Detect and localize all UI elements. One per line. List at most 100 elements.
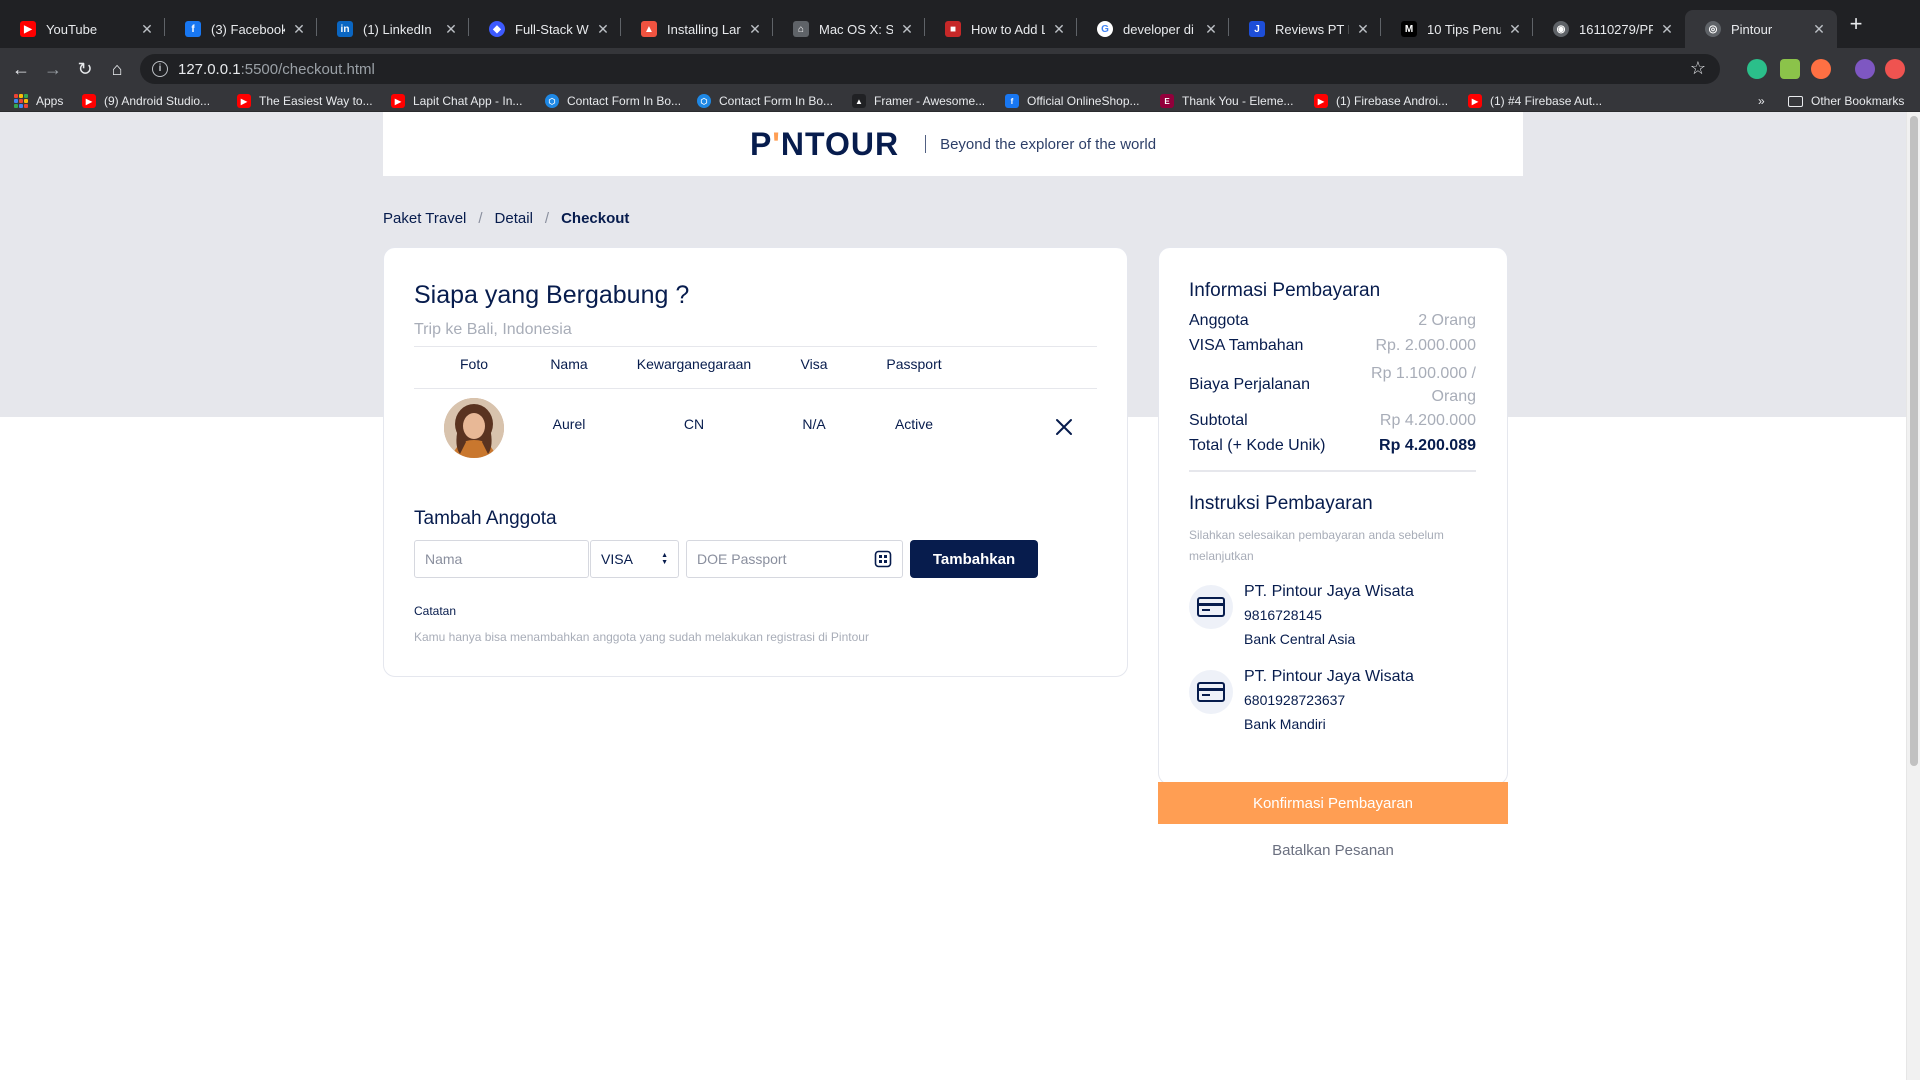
browser-tab[interactable]: G developer di pru ✕	[1077, 10, 1229, 48]
instructions-title: Instruksi Pembayaran	[1189, 493, 1373, 514]
bookmark-apps[interactable]: Apps	[14, 92, 63, 110]
breadcrumb-paket-travel[interactable]: Paket Travel	[383, 210, 466, 227]
payment-label: Subtotal	[1189, 412, 1248, 429]
payment-row: VISA Tambahan Rp. 2.000.000	[1189, 337, 1476, 355]
calendar-icon[interactable]	[874, 550, 892, 568]
bookmark-item[interactable]: ▶ (1) Firebase Androi...	[1314, 92, 1448, 110]
bookmark-item[interactable]: ▲ Framer - Awesome...	[852, 92, 985, 110]
extension-icon[interactable]	[1855, 59, 1875, 79]
brand-bar: P'NTOUR Beyond the explorer of the world	[383, 112, 1523, 176]
note-text: Kamu hanya bisa menambahkan anggota yang…	[414, 630, 869, 644]
bookmark-item[interactable]: ⬡ Contact Form In Bo...	[545, 92, 681, 110]
youtube-icon: ▶	[1314, 94, 1328, 108]
browser-tab[interactable]: ⌂ Mac OS X: Set ✕	[773, 10, 925, 48]
payment-label: Anggota	[1189, 312, 1249, 329]
breadcrumb-detail[interactable]: Detail	[495, 210, 533, 227]
browser-tab[interactable]: J Reviews PT Pru ✕	[1229, 10, 1381, 48]
member-name-input[interactable]	[414, 540, 589, 578]
browser-tab[interactable]: M 10 Tips Penulisa ✕	[1381, 10, 1533, 48]
forward-arrow-icon[interactable]: →	[40, 56, 66, 82]
tab-title: Pintour	[1731, 21, 1773, 37]
browser-tab[interactable]: ▶ YouTube ✕	[0, 10, 165, 48]
youtube-icon: ▶	[20, 21, 36, 37]
tab-title: YouTube	[46, 21, 98, 37]
reload-icon[interactable]: ↻	[72, 56, 98, 82]
framer-icon: ▲	[852, 94, 866, 108]
confirm-payment-button[interactable]: Konfirmasi Pembayaran	[1158, 782, 1508, 824]
scrollbar-thumb[interactable]	[1910, 116, 1918, 766]
bookmark-label: Contact Form In Bo...	[719, 94, 834, 108]
site-icon: ⌂	[793, 21, 809, 37]
browser-tab[interactable]: f (3) Facebook ✕	[165, 10, 317, 48]
close-icon[interactable]: ✕	[443, 21, 459, 38]
close-icon[interactable]: ✕	[1811, 21, 1827, 38]
passport-date-input[interactable]: DOE Passport	[686, 540, 903, 578]
column-header-nama: Nama	[550, 356, 588, 372]
bookmark-item[interactable]: ▶ Lapit Chat App - In...	[391, 92, 522, 110]
close-icon[interactable]: ✕	[291, 21, 307, 38]
more-bookmarks-chevron-icon[interactable]: »	[1758, 92, 1765, 110]
visa-select[interactable]: VISA ▲ ▼	[590, 540, 679, 578]
add-member-button[interactable]: Tambahkan	[910, 540, 1038, 578]
pintour-logo[interactable]: P'NTOUR	[750, 126, 899, 163]
instructions-text: Silahkan selesaikan pembayaran anda sebe…	[1189, 528, 1444, 563]
address-bar[interactable]: i 127.0.0.1 :5500/checkout.html ☆	[140, 54, 1720, 84]
close-icon[interactable]: ✕	[1203, 21, 1219, 38]
laravel-icon: ▲	[641, 21, 657, 37]
tab-title: Full-Stack Web	[515, 21, 589, 37]
google-icon: G	[1097, 21, 1113, 37]
site-info-icon[interactable]: i	[152, 61, 168, 77]
bookmark-item[interactable]: f Official OnlineShop...	[1005, 92, 1140, 110]
bookmark-item[interactable]: ▶ (9) Android Studio...	[82, 92, 210, 110]
github-icon: ◉	[1553, 21, 1569, 37]
payment-value: Rp 1.100.000 / Orang	[1371, 365, 1476, 405]
bookmark-item[interactable]: E Thank You - Eleme...	[1160, 92, 1293, 110]
payment-total-row: Total (+ Kode Unik) Rp 4.200.089	[1189, 437, 1476, 455]
close-icon[interactable]: ✕	[1659, 21, 1675, 38]
youtube-icon: ▶	[237, 94, 251, 108]
address-path: :5500/checkout.html	[240, 60, 375, 78]
bookmarks-bar: Apps ▶ (9) Android Studio... ▶ The Easie…	[0, 90, 1920, 112]
browser-tab[interactable]: in (1) LinkedIn ✕	[317, 10, 469, 48]
tab-title: developer di pru	[1123, 21, 1197, 37]
bookmark-item[interactable]: ⬡ Contact Form In Bo...	[697, 92, 833, 110]
breadcrumb: Paket Travel / Detail / Checkout	[383, 210, 630, 227]
extension-icon[interactable]	[1885, 59, 1905, 79]
members-card: Siapa yang Bergabung ? Trip ke Bali, Ind…	[383, 247, 1128, 677]
close-icon[interactable]: ✕	[1507, 21, 1523, 38]
close-icon[interactable]: ✕	[899, 21, 915, 38]
close-icon[interactable]: ✕	[1051, 21, 1067, 38]
other-bookmarks[interactable]: Other Bookmarks	[1788, 92, 1904, 110]
browser-tab[interactable]: ◉ 16110279/PRES ✕	[1533, 10, 1685, 48]
youtube-icon: ▶	[1468, 94, 1482, 108]
bookmark-star-icon[interactable]: ☆	[1690, 58, 1706, 79]
page-scrollbar[interactable]	[1906, 112, 1920, 1080]
extension-icon[interactable]	[1811, 59, 1831, 79]
close-icon[interactable]: ✕	[1355, 21, 1371, 38]
brand-divider	[925, 135, 927, 153]
bookmark-label: Apps	[36, 94, 64, 108]
back-arrow-icon[interactable]: ←	[8, 56, 34, 82]
bookmark-label: (1) Firebase Androi...	[1336, 94, 1449, 108]
extension-icon[interactable]	[1747, 59, 1767, 79]
browser-tab-active[interactable]: ◎ Pintour ✕	[1685, 10, 1837, 48]
tab-title: How to Add Lar	[971, 21, 1045, 37]
extension-icon[interactable]	[1780, 59, 1800, 79]
new-tab-button[interactable]: +	[1844, 12, 1868, 36]
close-icon[interactable]: ✕	[139, 21, 155, 38]
linkedin-icon: in	[337, 21, 353, 37]
browser-tab[interactable]: ■ How to Add Lar ✕	[925, 10, 1077, 48]
column-header-foto: Foto	[459, 356, 488, 372]
browser-tab[interactable]: ▲ Installing Larav ✕	[621, 10, 773, 48]
member-visa: N/A	[802, 416, 826, 432]
close-icon[interactable]: ✕	[595, 21, 611, 38]
bookmark-item[interactable]: ▶ (1) #4 Firebase Aut...	[1468, 92, 1602, 110]
cancel-order-link[interactable]: Batalkan Pesanan	[1158, 842, 1508, 859]
member-nationality: CN	[683, 416, 705, 432]
browser-tab[interactable]: ◆ Full-Stack Web ✕	[469, 10, 621, 48]
home-icon[interactable]: ⌂	[104, 56, 130, 82]
bookmark-item[interactable]: ▶ The Easiest Way to...	[237, 92, 373, 110]
close-icon[interactable]: ✕	[747, 21, 763, 38]
remove-member-close-icon[interactable]	[1054, 417, 1074, 437]
tab-title: 10 Tips Penulisa	[1427, 21, 1501, 37]
